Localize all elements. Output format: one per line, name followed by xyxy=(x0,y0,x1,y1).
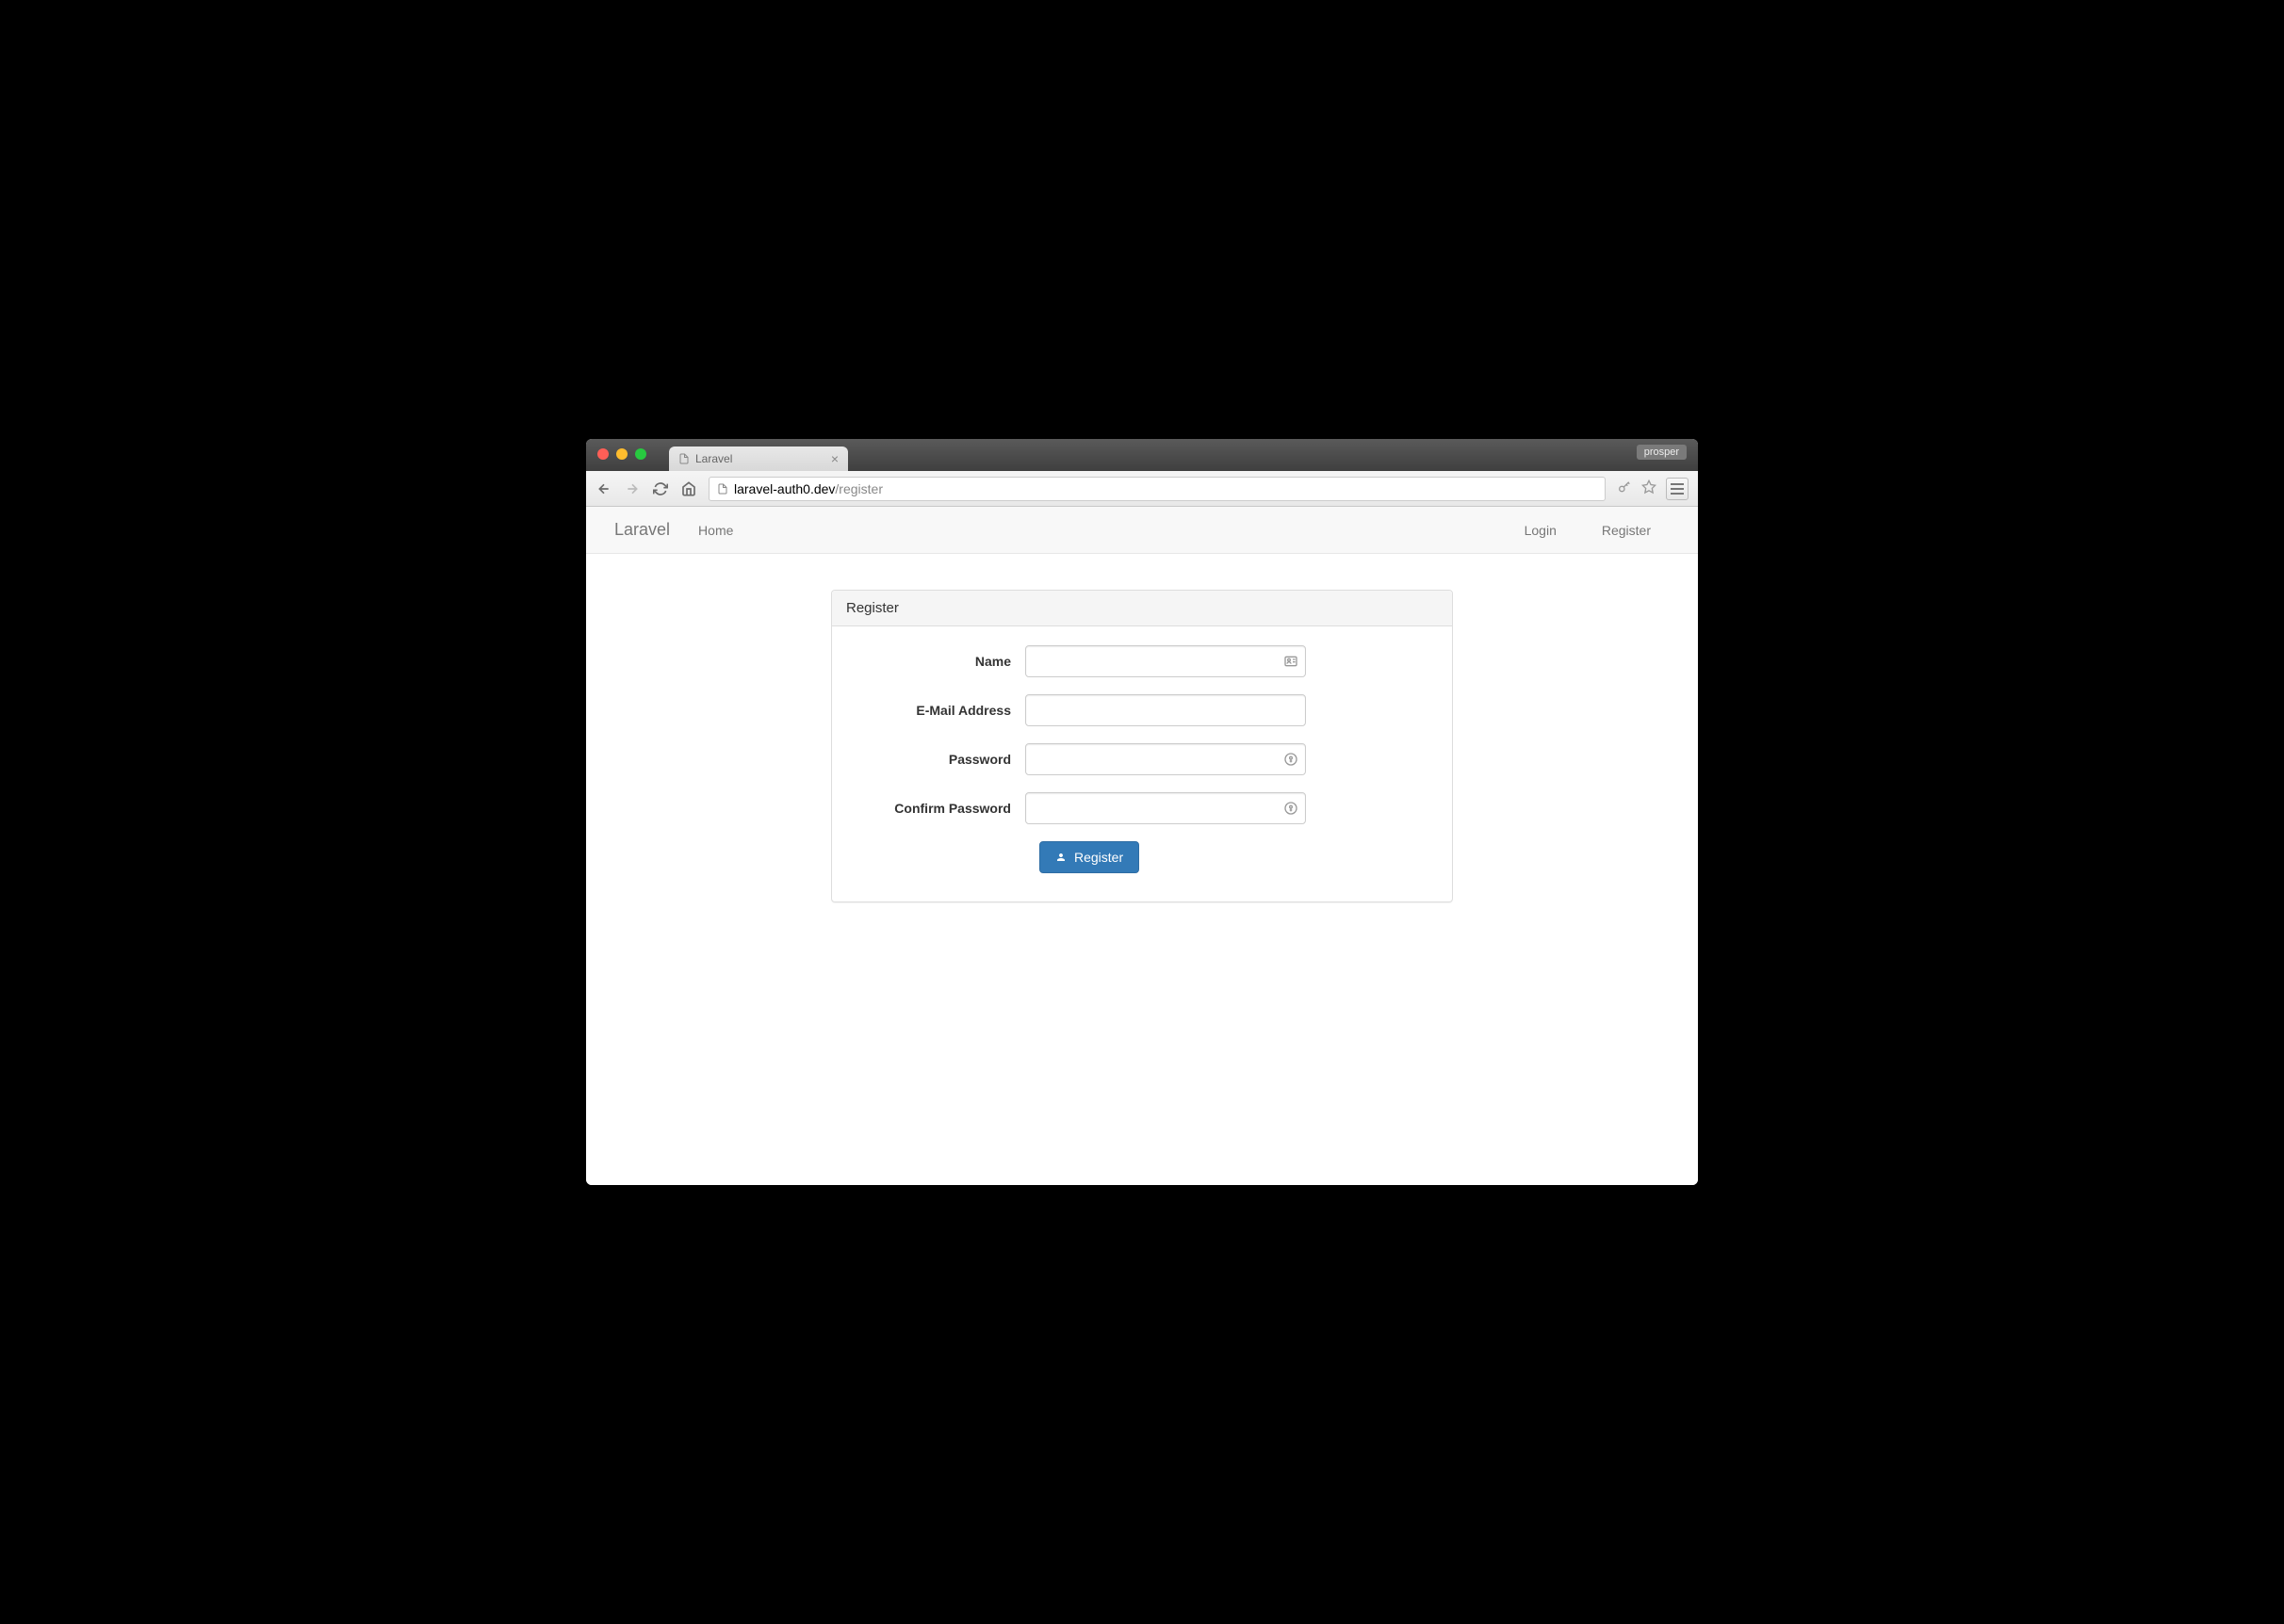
file-icon xyxy=(717,482,728,495)
email-input[interactable] xyxy=(1025,694,1306,726)
form-group-password: Password xyxy=(846,743,1438,775)
nav-link-register[interactable]: Register xyxy=(1602,523,1651,538)
panel-body: Name E-Mail Address xyxy=(832,626,1452,901)
label-password: Password xyxy=(846,752,1025,767)
toolbar-right xyxy=(1617,478,1689,500)
form-group-email: E-Mail Address xyxy=(846,694,1438,726)
browser-titlebar: Laravel × prosper xyxy=(586,439,1698,471)
navbar-brand[interactable]: Laravel xyxy=(614,520,670,540)
password-input[interactable] xyxy=(1025,743,1306,775)
star-icon[interactable] xyxy=(1641,479,1656,497)
label-email: E-Mail Address xyxy=(846,703,1025,718)
url-path: /register xyxy=(835,481,883,496)
menu-button[interactable] xyxy=(1666,478,1689,500)
navbar: Laravel Home Login Register xyxy=(586,507,1698,554)
register-button[interactable]: Register xyxy=(1039,841,1139,873)
profile-badge[interactable]: prosper xyxy=(1637,445,1687,460)
form-group-name: Name xyxy=(846,645,1438,677)
back-button[interactable] xyxy=(595,480,612,497)
file-icon xyxy=(678,452,690,465)
register-panel: Register Name E-Mail Address xyxy=(831,590,1453,902)
register-button-label: Register xyxy=(1074,850,1123,865)
key-icon[interactable] xyxy=(1617,479,1632,497)
url-bar[interactable]: laravel-auth0.dev/register xyxy=(709,477,1606,501)
form-group-confirm-password: Confirm Password xyxy=(846,792,1438,824)
nav-right: Login Register xyxy=(1525,523,1670,538)
window-close-button[interactable] xyxy=(597,448,609,460)
panel-heading: Register xyxy=(832,591,1452,626)
nav-link-login[interactable]: Login xyxy=(1525,523,1557,538)
name-input[interactable] xyxy=(1025,645,1306,677)
contact-card-icon xyxy=(1283,654,1298,669)
label-confirm-password: Confirm Password xyxy=(846,801,1025,816)
user-icon xyxy=(1055,851,1067,864)
window-minimize-button[interactable] xyxy=(616,448,628,460)
browser-toolbar: laravel-auth0.dev/register xyxy=(586,471,1698,507)
browser-window: Laravel × prosper laravel-auth0.dev/regi… xyxy=(586,439,1698,1185)
nav-link-home[interactable]: Home xyxy=(698,523,733,538)
reload-button[interactable] xyxy=(652,480,669,497)
forward-button[interactable] xyxy=(624,480,641,497)
tab-close-button[interactable]: × xyxy=(831,451,839,466)
key-suggestion-icon xyxy=(1283,801,1298,816)
key-suggestion-icon xyxy=(1283,752,1298,767)
window-maximize-button[interactable] xyxy=(635,448,646,460)
confirm-password-input[interactable] xyxy=(1025,792,1306,824)
label-name: Name xyxy=(846,654,1025,669)
page-content: Laravel Home Login Register Register Nam… xyxy=(586,507,1698,1185)
tab-title: Laravel xyxy=(695,452,732,465)
traffic-lights xyxy=(597,448,646,460)
url-domain: laravel-auth0.dev xyxy=(734,481,835,496)
browser-tab[interactable]: Laravel × xyxy=(669,447,848,471)
home-button[interactable] xyxy=(680,480,697,497)
